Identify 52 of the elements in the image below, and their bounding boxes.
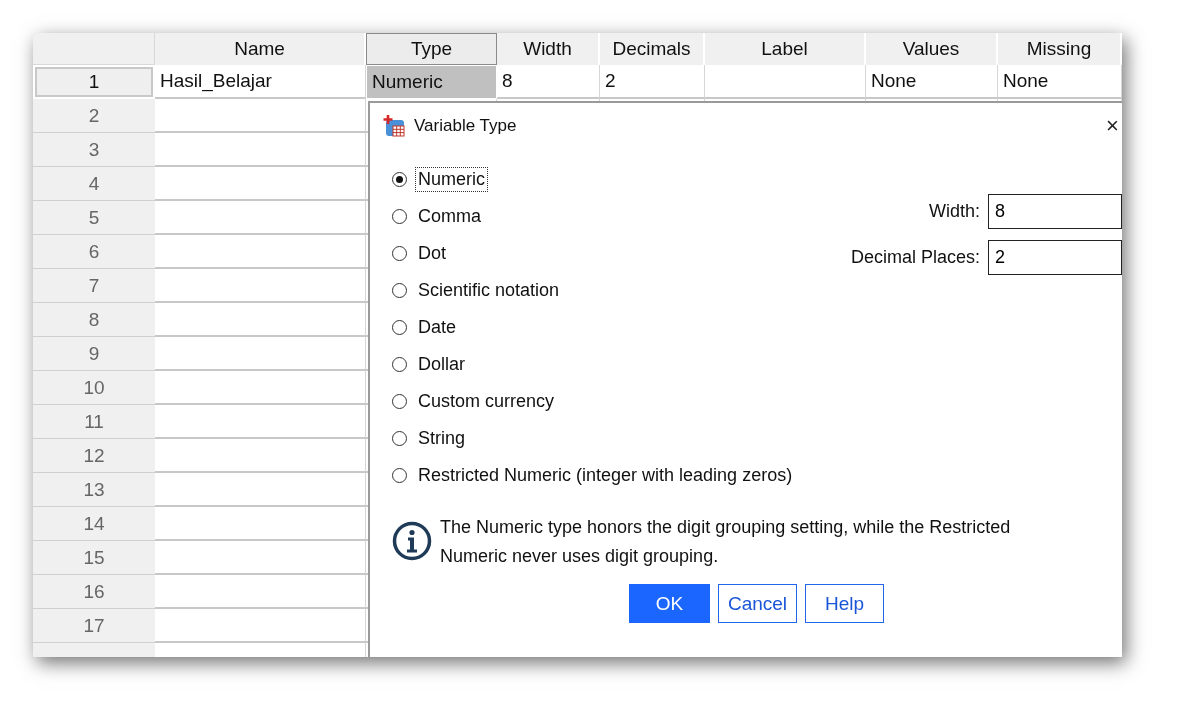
- dialog-title: Variable Type: [414, 116, 517, 136]
- row-number[interactable]: 2: [33, 99, 155, 133]
- empty-cell[interactable]: [705, 65, 866, 99]
- column-header[interactable]: Width: [497, 33, 600, 65]
- table-cell[interactable]: 8: [497, 65, 600, 99]
- column-header[interactable]: Name: [155, 33, 366, 65]
- row-number[interactable]: 5: [33, 201, 155, 235]
- column-header[interactable]: Type: [366, 33, 497, 65]
- radio-option[interactable]: Dollar: [392, 352, 796, 376]
- row-number[interactable]: 16: [33, 575, 155, 609]
- field-label: Width:: [928, 201, 980, 222]
- info-icon: [392, 521, 432, 561]
- table-cell[interactable]: None: [866, 65, 998, 99]
- table-icon: [382, 114, 406, 138]
- radio-option[interactable]: Comma: [392, 204, 796, 228]
- radio-option[interactable]: Custom currency: [392, 389, 796, 413]
- input-field[interactable]: 2: [988, 240, 1122, 275]
- row-number[interactable]: 11: [33, 405, 155, 439]
- table-cell[interactable]: None: [998, 65, 1122, 99]
- row-number[interactable]: 12: [33, 439, 155, 473]
- column-header[interactable]: Decimals: [600, 33, 705, 65]
- close-button[interactable]: ×: [1106, 113, 1119, 139]
- row-number[interactable]: 4: [33, 167, 155, 201]
- row-number[interactable]: 7: [33, 269, 155, 303]
- row-number[interactable]: 8: [33, 303, 155, 337]
- ok-button[interactable]: OK: [629, 584, 710, 623]
- row-number[interactable]: 9: [33, 337, 155, 371]
- row-number[interactable]: 3: [33, 133, 155, 167]
- field-label: Decimal Places:: [850, 247, 980, 268]
- radio-option[interactable]: Date: [392, 315, 796, 339]
- radio-option[interactable]: Dot: [392, 241, 796, 265]
- row-number[interactable]: 13: [33, 473, 155, 507]
- column-header[interactable]: Values: [866, 33, 998, 65]
- radio-option[interactable]: Scientific notation: [392, 278, 796, 302]
- table-cell[interactable]: 2: [600, 65, 705, 99]
- column-header[interactable]: Missing: [998, 33, 1122, 65]
- radio-option[interactable]: String: [392, 426, 796, 450]
- row-number[interactable]: 17: [33, 609, 155, 643]
- row-number[interactable]: 6: [33, 235, 155, 269]
- corner-header[interactable]: [33, 33, 155, 65]
- row-number[interactable]: 1: [35, 67, 153, 97]
- dialog-button[interactable]: Help: [805, 584, 884, 623]
- row-number[interactable]: 15: [33, 541, 155, 575]
- input-field[interactable]: 8: [988, 194, 1122, 229]
- row-number[interactable]: 14: [33, 507, 155, 541]
- dialog-button[interactable]: Cancel: [718, 584, 797, 623]
- column-header[interactable]: Label: [705, 33, 866, 65]
- radio-option[interactable]: Restricted Numeric (integer with leading zeros): [392, 463, 796, 487]
- row-number[interactable]: 10: [33, 371, 155, 405]
- table-cell[interactable]: Numeric: [366, 65, 497, 99]
- radio-option[interactable]: Numeric: [392, 167, 796, 191]
- info-text: The Numeric type honors the digit grouping setting, while the Restricted Numeric never uses digit grouping.: [440, 516, 1012, 568]
